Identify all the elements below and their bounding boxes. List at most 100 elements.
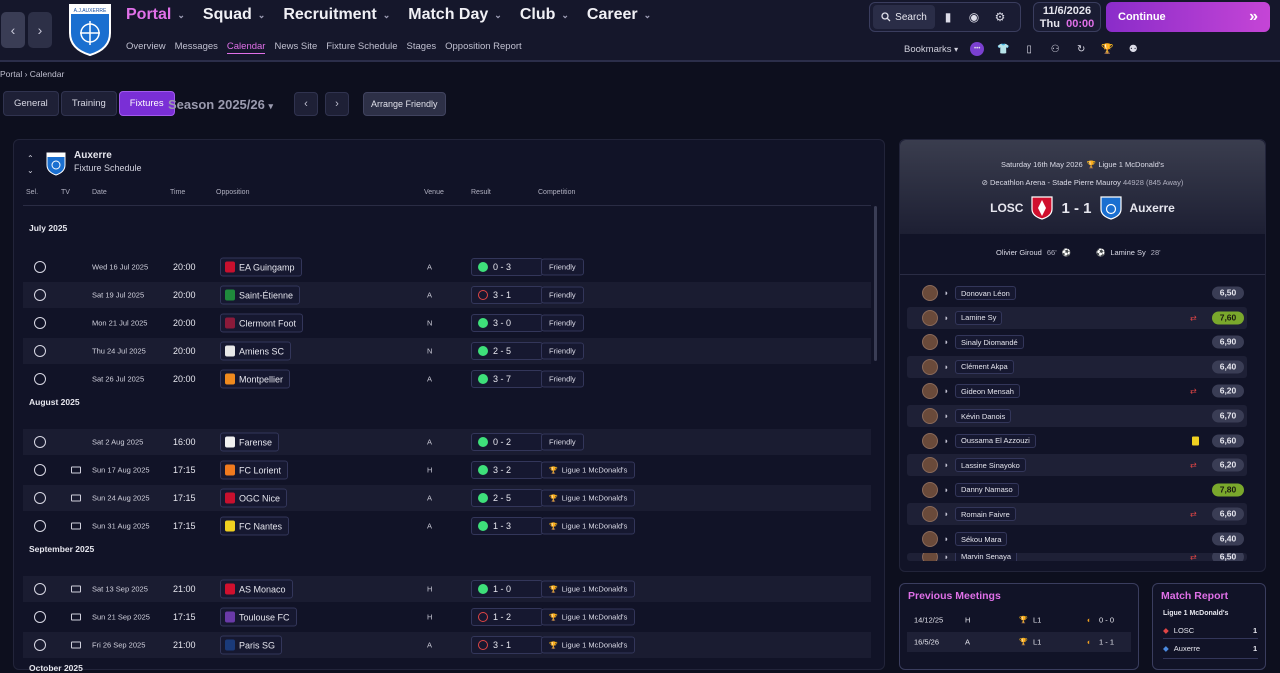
subnav-overview[interactable]: Overview bbox=[126, 41, 166, 54]
player-row[interactable]: ◗ Lamine Sy ⇄ 7,60 bbox=[907, 306, 1247, 329]
opposition-chip[interactable]: Clermont Foot bbox=[220, 313, 304, 333]
continue-button[interactable]: Continue » bbox=[1106, 2, 1270, 32]
result-chip[interactable]: 0 - 2 bbox=[471, 433, 543, 451]
col-competition[interactable]: Competition bbox=[538, 189, 575, 196]
opposition-chip[interactable]: Toulouse FC bbox=[220, 607, 297, 627]
col-sel[interactable]: Sel. bbox=[26, 189, 38, 196]
result-chip[interactable]: 3 - 7 bbox=[471, 370, 543, 388]
result-chip[interactable]: 3 - 2 bbox=[471, 461, 543, 479]
opposition-chip[interactable]: Montpellier bbox=[220, 369, 291, 389]
player-row[interactable]: ◗ Sinaly Diomandé 6,90 bbox=[907, 331, 1247, 353]
search-button[interactable]: Search bbox=[873, 5, 935, 29]
table-row[interactable]: Sun 31 Aug 2025 17:15 FC Nantes A 1 - 3 🏆 Ligu… bbox=[23, 513, 871, 539]
opposition-chip[interactable]: Farense bbox=[220, 432, 280, 452]
bookmarks-dropdown[interactable]: Bookmarks ▾ bbox=[904, 44, 958, 55]
opposition-chip[interactable]: OGC Nice bbox=[220, 488, 288, 508]
subnav-stages[interactable]: Stages bbox=[407, 41, 437, 54]
competition-chip[interactable]: Friendly bbox=[541, 258, 584, 276]
subnav-calendar[interactable]: Calendar bbox=[226, 41, 266, 54]
table-row[interactable]: Fri 26 Sep 2025 21:00 Paris SG A 3 - 1 🏆 Ligue… bbox=[23, 632, 871, 658]
col-venue[interactable]: Venue bbox=[424, 189, 444, 196]
chat-icon[interactable]: ••• bbox=[970, 42, 985, 56]
tactics-icon[interactable]: ⚇ bbox=[1048, 42, 1062, 56]
col-tv[interactable]: TV bbox=[61, 189, 70, 196]
collapse-toggle-icon[interactable]: ⌃ ⌄ bbox=[27, 153, 34, 177]
season-prev-button[interactable]: ‹ bbox=[294, 92, 318, 116]
select-radio[interactable] bbox=[34, 583, 46, 595]
nav-recruitment[interactable]: Recruitment ⌄ bbox=[283, 6, 390, 24]
table-row[interactable]: Sun 17 Aug 2025 17:15 FC Lorient H 3 - 2 🏆 Lig… bbox=[23, 457, 871, 483]
result-chip[interactable]: 3 - 0 bbox=[471, 314, 543, 332]
subnav-news-site[interactable]: News Site bbox=[274, 41, 317, 54]
select-radio[interactable] bbox=[34, 464, 46, 476]
result-chip[interactable]: 1 - 3 bbox=[471, 517, 543, 535]
player-row[interactable]: ◗ Gideon Mensah ⇄ 6,20 bbox=[907, 380, 1247, 402]
competition-chip[interactable]: 🏆 Ligue 1 McDonald's bbox=[541, 517, 636, 535]
season-next-button[interactable]: › bbox=[325, 92, 349, 116]
breadcrumb-calendar[interactable]: Calendar bbox=[30, 69, 65, 79]
arrange-friendly-button[interactable]: Arrange Friendly bbox=[363, 92, 446, 116]
player-row[interactable]: ◗ Marvin Senaya ⇄ 6,50 bbox=[907, 552, 1247, 561]
meeting-row[interactable]: 14/12/25 H 🏆 L1 ◐ 0 - 0 bbox=[907, 610, 1131, 630]
back-button[interactable]: ‹ bbox=[1, 12, 25, 48]
col-opposition[interactable]: Opposition bbox=[216, 189, 249, 196]
opposition-chip[interactable]: EA Guingamp bbox=[220, 257, 302, 277]
select-radio[interactable] bbox=[34, 289, 46, 301]
competition-chip[interactable]: 🏆 Ligue 1 McDonald's bbox=[541, 580, 636, 598]
staff-icon[interactable]: ⚉ bbox=[1126, 42, 1140, 56]
table-row[interactable]: Sat 26 Jul 2025 20:00 Montpellier A 3 - 7 Fri… bbox=[23, 366, 871, 392]
player-row[interactable]: ◗ Clément Akpa 6,40 bbox=[907, 355, 1247, 378]
opposition-chip[interactable]: FC Lorient bbox=[220, 460, 289, 480]
player-name[interactable]: Lamine Sy bbox=[955, 310, 1003, 325]
tab-general[interactable]: General bbox=[3, 91, 59, 116]
result-chip[interactable]: 0 - 3 bbox=[471, 258, 543, 276]
competition-chip[interactable]: 🏆 Ligue 1 McDonald's bbox=[541, 608, 636, 626]
nav-career[interactable]: Career ⌄ bbox=[587, 6, 651, 24]
player-name[interactable]: Donovan Léon bbox=[955, 286, 1016, 300]
competition-chip[interactable]: Friendly bbox=[541, 370, 584, 388]
player-row[interactable]: ◗ Donovan Léon 6,50 bbox=[907, 282, 1247, 304]
opposition-chip[interactable]: Paris SG bbox=[220, 635, 283, 655]
refresh-icon[interactable]: ↻ bbox=[1074, 42, 1088, 56]
select-radio[interactable] bbox=[34, 639, 46, 651]
competition-chip[interactable]: Friendly bbox=[541, 314, 584, 332]
competition-chip[interactable]: Friendly bbox=[541, 342, 584, 360]
away-scorer[interactable]: ⚽ Lamine Sy 28' bbox=[1096, 248, 1161, 257]
player-name[interactable]: Sékou Mara bbox=[955, 532, 1008, 546]
table-row[interactable]: Sat 19 Jul 2025 20:00 Saint-Étienne A 3 - 1 F… bbox=[23, 282, 871, 308]
competition-chip[interactable]: 🏆 Ligue 1 McDonald's bbox=[541, 636, 636, 654]
notes-icon[interactable]: ▮ bbox=[935, 4, 961, 30]
select-radio[interactable] bbox=[34, 611, 46, 623]
subnav-messages[interactable]: Messages bbox=[175, 41, 218, 54]
opposition-chip[interactable]: FC Nantes bbox=[220, 516, 290, 536]
clipboard-icon[interactable]: ▯ bbox=[1022, 42, 1036, 56]
forward-button[interactable]: › bbox=[28, 12, 52, 48]
trophy-icon[interactable]: 🏆 bbox=[1100, 42, 1114, 56]
tab-training[interactable]: Training bbox=[60, 91, 117, 116]
table-row[interactable]: Sun 24 Aug 2025 17:15 OGC Nice A 2 - 5 🏆 Ligue… bbox=[23, 485, 871, 511]
player-name[interactable]: Kévin Danois bbox=[955, 409, 1012, 423]
shirt-icon[interactable]: 👕 bbox=[996, 42, 1010, 56]
result-chip[interactable]: 1 - 0 bbox=[471, 580, 543, 598]
col-result[interactable]: Result bbox=[471, 189, 491, 196]
scrollbar[interactable] bbox=[874, 206, 877, 361]
player-name[interactable]: Sinaly Diomandé bbox=[955, 335, 1024, 350]
player-name[interactable]: Danny Namaso bbox=[955, 482, 1019, 497]
result-chip[interactable]: 3 - 1 bbox=[471, 636, 543, 654]
breadcrumb-portal[interactable]: Portal bbox=[0, 69, 22, 79]
competition-chip[interactable]: 🏆 Ligue 1 McDonald's bbox=[541, 461, 636, 479]
player-name[interactable]: Romain Faivre bbox=[955, 507, 1016, 522]
subnav-opposition-report[interactable]: Opposition Report bbox=[445, 41, 522, 54]
player-row[interactable]: ◗ Lassine Sinayoko ⇄ 6,20 bbox=[907, 454, 1247, 477]
select-radio[interactable] bbox=[34, 492, 46, 504]
col-time[interactable]: Time bbox=[170, 189, 185, 196]
nav-squad[interactable]: Squad ⌄ bbox=[203, 6, 265, 24]
select-radio[interactable] bbox=[34, 317, 46, 329]
select-radio[interactable] bbox=[34, 520, 46, 532]
player-name[interactable]: Oussama El Azzouzi bbox=[955, 433, 1036, 448]
gear-icon[interactable]: ⚙ bbox=[987, 4, 1013, 30]
season-selector[interactable]: Season 2025/26 ▾ bbox=[168, 97, 273, 112]
nav-club[interactable]: Club ⌄ bbox=[520, 6, 569, 24]
player-row[interactable]: ◗ Sékou Mara 6,40 bbox=[907, 528, 1247, 550]
previous-meetings-title[interactable]: Previous Meetings bbox=[908, 590, 1001, 602]
